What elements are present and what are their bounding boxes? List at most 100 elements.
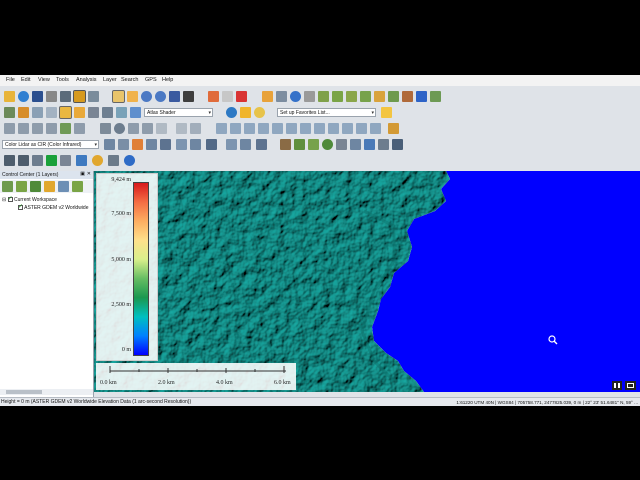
node-8-icon[interactable] — [314, 123, 325, 134]
draw-1-icon[interactable] — [4, 123, 15, 134]
tree-2-icon[interactable] — [308, 139, 319, 150]
pin-icon[interactable]: ▣ — [80, 171, 85, 177]
menu-layer[interactable]: Layer — [103, 77, 117, 83]
gps-start-icon[interactable] — [46, 155, 57, 166]
circle-icon[interactable] — [114, 123, 125, 134]
zoom-out-icon[interactable] — [155, 91, 166, 102]
lidar-2-icon[interactable] — [118, 139, 129, 150]
tree-3-icon[interactable] — [322, 139, 333, 150]
delete-icon[interactable] — [236, 91, 247, 102]
hist-icon[interactable] — [102, 107, 113, 118]
lidar-7-icon[interactable] — [190, 139, 201, 150]
node-6-icon[interactable] — [286, 123, 297, 134]
mountain-icon[interactable] — [280, 139, 291, 150]
help-icon[interactable] — [124, 155, 135, 166]
digitize-icon[interactable] — [4, 107, 15, 118]
gps-1-icon[interactable] — [4, 155, 15, 166]
edit-tool-icon[interactable] — [59, 106, 72, 119]
sun-shader-icon[interactable] — [240, 107, 251, 118]
globe-shader-icon[interactable] — [226, 107, 237, 118]
horizontal-scrollbar[interactable] — [0, 389, 93, 395]
pause-button[interactable] — [612, 381, 622, 390]
terrain-9-icon[interactable] — [430, 91, 441, 102]
light-icon[interactable] — [254, 107, 265, 118]
save-icon[interactable] — [32, 91, 43, 102]
map-view[interactable]: 9,424 m 7,500 m 5,000 m 2,500 m 0 m 0.0 … — [94, 171, 640, 392]
pen-icon[interactable] — [88, 107, 99, 118]
terrain-5-icon[interactable] — [374, 91, 385, 102]
rotate-icon[interactable] — [156, 123, 167, 134]
water-icon[interactable] — [364, 139, 375, 150]
layer-tool-5-icon[interactable] — [58, 181, 69, 192]
scrollbar-thumb[interactable] — [6, 390, 42, 394]
gps-4-icon[interactable] — [60, 155, 71, 166]
terrain-7-icon[interactable] — [402, 91, 413, 102]
terrain-4-icon[interactable] — [360, 91, 371, 102]
node-7-icon[interactable] — [300, 123, 311, 134]
node-5-icon[interactable] — [272, 123, 283, 134]
fullscreen-button[interactable] — [625, 381, 636, 390]
star-icon[interactable] — [381, 107, 392, 118]
search-tool-icon[interactable] — [392, 139, 403, 150]
workspace-checkbox[interactable] — [7, 195, 13, 202]
terrain-3-icon[interactable] — [346, 91, 357, 102]
gps-6-icon[interactable] — [108, 155, 119, 166]
measure-icon[interactable] — [276, 91, 287, 102]
pencil-icon[interactable] — [208, 91, 219, 102]
zoom-tool-icon[interactable] — [112, 90, 125, 103]
favorites-select[interactable]: Set up Favorites List... ▾ — [277, 108, 376, 117]
menu-help[interactable]: Help — [162, 77, 173, 83]
lidar-1-icon[interactable] — [104, 139, 115, 150]
node-4-icon[interactable] — [258, 123, 269, 134]
node-9-icon[interactable] — [328, 123, 339, 134]
node-2-icon[interactable] — [230, 123, 241, 134]
draw-2-icon[interactable] — [18, 123, 29, 134]
pan-hand-icon[interactable] — [127, 91, 138, 102]
feature-icon[interactable] — [74, 107, 85, 118]
node-10-icon[interactable] — [342, 123, 353, 134]
vertex-icon[interactable] — [18, 107, 29, 118]
profile-icon[interactable] — [130, 107, 141, 118]
cut-icon[interactable] — [100, 123, 111, 134]
ruler-icon[interactable] — [262, 91, 273, 102]
move-icon[interactable] — [190, 123, 201, 134]
copy-icon[interactable] — [222, 91, 233, 102]
draw-3-icon[interactable] — [32, 123, 43, 134]
globe-icon[interactable] — [18, 91, 29, 102]
menu-view[interactable]: View — [38, 77, 50, 83]
layer-tool-3-icon[interactable] — [30, 181, 41, 192]
layer-checkbox[interactable] — [18, 203, 23, 210]
open-folder-icon[interactable] — [4, 91, 15, 102]
tower-icon[interactable] — [350, 139, 361, 150]
lidar-8-icon[interactable] — [206, 139, 217, 150]
node-12-icon[interactable] — [370, 123, 381, 134]
lidar-10-icon[interactable] — [240, 139, 251, 150]
shader-select[interactable]: Atlas Shader ▾ — [144, 108, 213, 117]
lidar-3-icon[interactable] — [132, 139, 143, 150]
layer-tool-6-icon[interactable] — [72, 181, 83, 192]
draw-6-icon[interactable] — [74, 123, 85, 134]
menu-edit[interactable]: Edit — [21, 77, 30, 83]
workspace-node[interactable]: ⊟ Current Workspace — [2, 195, 57, 203]
line-icon[interactable] — [46, 107, 57, 118]
terrain-2-icon[interactable] — [332, 91, 343, 102]
close-icon[interactable]: ✕ — [87, 171, 91, 177]
terrain-1-icon[interactable] — [318, 91, 329, 102]
polygon-icon[interactable] — [32, 107, 43, 118]
node-3-icon[interactable] — [244, 123, 255, 134]
menu-gps[interactable]: GPS — [145, 77, 157, 83]
grid-icon[interactable] — [88, 91, 99, 102]
home-icon[interactable] — [183, 91, 194, 102]
layer-tool-4-icon[interactable] — [44, 181, 55, 192]
wrench-icon[interactable] — [60, 91, 71, 102]
building-icon[interactable] — [336, 139, 347, 150]
split-icon[interactable] — [142, 123, 153, 134]
terrain-6-icon[interactable] — [388, 91, 399, 102]
tree-1-icon[interactable] — [294, 139, 305, 150]
join-icon[interactable] — [128, 123, 139, 134]
gps-3-icon[interactable] — [32, 155, 43, 166]
menu-file[interactable]: File — [6, 77, 15, 83]
layer-tool-2-icon[interactable] — [16, 181, 27, 192]
gps-sun-icon[interactable] — [92, 155, 103, 166]
layer-tool-1-icon[interactable] — [2, 181, 13, 192]
